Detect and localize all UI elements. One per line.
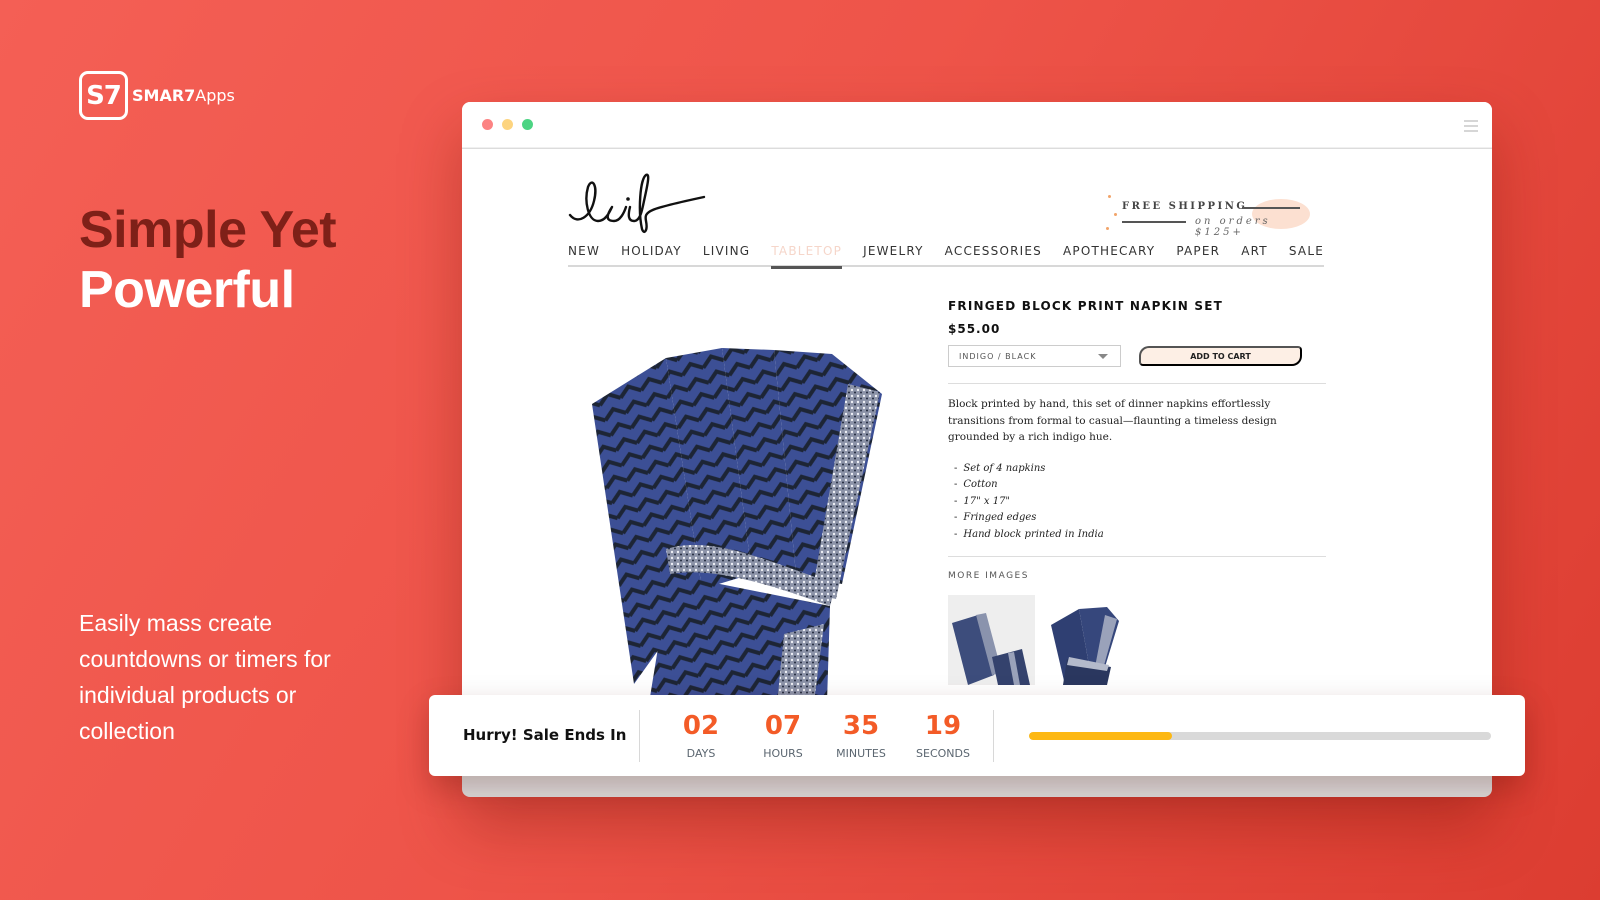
nav-item-new[interactable]: NEW bbox=[568, 242, 600, 267]
countdown-minutes-value: 35 bbox=[842, 711, 880, 741]
sale-progress-fill bbox=[1029, 732, 1173, 740]
sparkle-icon bbox=[1106, 227, 1109, 230]
nav-item-jewelry[interactable]: JEWELRY bbox=[863, 242, 924, 267]
countdown-minutes: 35 MINUTES bbox=[821, 711, 901, 760]
nav-item-sale[interactable]: SALE bbox=[1289, 242, 1324, 267]
purchase-controls: INDIGO / BLACK ADD TO CART bbox=[948, 345, 1326, 367]
divider bbox=[948, 556, 1326, 557]
add-to-cart-button[interactable]: ADD TO CART bbox=[1139, 346, 1302, 366]
countdown-seconds-value: 19 bbox=[924, 711, 962, 741]
countdown-hours-label: HOURS bbox=[763, 747, 803, 760]
countdown-minutes-label: MINUTES bbox=[836, 747, 886, 760]
decorative-line bbox=[1242, 207, 1300, 209]
chevron-down-icon bbox=[1098, 354, 1108, 359]
countdown-timer-bar: Hurry! Sale Ends In 02 DAYS 07 HOURS 35 … bbox=[429, 695, 1525, 776]
thumbnail-gallery bbox=[948, 595, 1326, 685]
shipping-threshold-text: on orders $125+ bbox=[1195, 216, 1271, 238]
nav-item-paper[interactable]: PAPER bbox=[1176, 242, 1220, 267]
browser-titlebar bbox=[462, 102, 1492, 148]
variant-select[interactable]: INDIGO / BLACK bbox=[948, 345, 1121, 367]
store-nav: NEW HOLIDAY LIVING TABLETOP JEWELRY ACCE… bbox=[568, 242, 1324, 269]
variant-select-value: INDIGO / BLACK bbox=[959, 351, 1037, 361]
feature-text: Set of 4 napkins bbox=[963, 462, 1046, 474]
feature-description: Easily mass create countdowns or timers … bbox=[79, 610, 331, 744]
feature-text: Hand block printed in India bbox=[963, 528, 1104, 540]
countdown-hours: 07 HOURS bbox=[743, 711, 823, 760]
product-title: FRINGED BLOCK PRINT NAPKIN SET bbox=[948, 299, 1224, 313]
nav-item-living[interactable]: LIVING bbox=[703, 242, 750, 267]
nav-item-art[interactable]: ART bbox=[1241, 242, 1268, 267]
divider bbox=[948, 383, 1326, 384]
close-window-icon[interactable] bbox=[482, 119, 493, 130]
product-features: - Set of 4 napkins - Cotton -17" x 17" - Fr… bbox=[954, 461, 1326, 544]
brand-name: SMAR7Apps bbox=[132, 86, 235, 105]
brand-name-bold: SMAR7 bbox=[132, 86, 196, 105]
headline-line-2: Powerful bbox=[79, 261, 295, 319]
more-images-label: MORE IMAGES bbox=[948, 571, 1029, 581]
feature-item: - Cotton bbox=[954, 479, 998, 490]
menu-icon[interactable] bbox=[1464, 120, 1478, 135]
headline-line-1: Simple Yet bbox=[79, 201, 337, 259]
countdown-seconds-label: SECONDS bbox=[916, 747, 970, 760]
nav-item-apothecary[interactable]: APOTHECARY bbox=[1063, 242, 1155, 267]
decorative-line bbox=[1122, 221, 1186, 223]
feature-text: Cotton bbox=[963, 479, 998, 490]
sparkle-icon bbox=[1108, 195, 1111, 198]
countdown-days-label: DAYS bbox=[686, 747, 716, 760]
countdown-hours-value: 07 bbox=[764, 711, 802, 741]
sale-progress-bar bbox=[1029, 732, 1491, 740]
countdown-label: Hurry! Sale Ends In bbox=[463, 726, 627, 744]
minimize-window-icon[interactable] bbox=[502, 119, 513, 130]
product-price: $55.00 bbox=[948, 322, 1001, 336]
free-shipping-banner: FREE SHIPPING on orders $125+ bbox=[1092, 187, 1322, 238]
store-page: FREE SHIPPING on orders $125+ NEW HOLIDA… bbox=[462, 149, 1492, 729]
store-logo[interactable] bbox=[568, 171, 708, 235]
countdown-days-value: 02 bbox=[682, 711, 720, 741]
divider bbox=[993, 710, 994, 762]
feature-item: - Set of 4 napkins bbox=[954, 462, 1046, 474]
thumbnail-image[interactable] bbox=[1045, 595, 1132, 685]
divider bbox=[639, 710, 640, 762]
countdown-days: 02 DAYS bbox=[661, 711, 741, 760]
product-image[interactable] bbox=[574, 334, 914, 729]
brand-name-rest: Apps bbox=[195, 86, 235, 105]
feature-text: 17" x 17" bbox=[963, 495, 1011, 507]
thumbnail-image[interactable] bbox=[948, 595, 1035, 685]
maximize-window-icon[interactable] bbox=[522, 119, 533, 130]
nav-item-tabletop[interactable]: TABLETOP bbox=[771, 242, 842, 269]
s7-logo-icon: S7 bbox=[79, 71, 128, 120]
feature-item: - Fringed edges bbox=[954, 512, 1037, 523]
headline: Simple Yet Powerful bbox=[79, 200, 337, 320]
feature-text: Fringed edges bbox=[963, 512, 1037, 523]
browser-window: FREE SHIPPING on orders $125+ NEW HOLIDA… bbox=[462, 102, 1492, 797]
sparkle-icon bbox=[1114, 213, 1117, 216]
nav-item-holiday[interactable]: HOLIDAY bbox=[621, 242, 682, 267]
feature-item: -17" x 17" bbox=[954, 495, 1011, 507]
countdown-seconds: 19 SECONDS bbox=[903, 711, 983, 760]
product-description: Block printed by hand, this set of dinne… bbox=[948, 398, 1277, 443]
product-info: FRINGED BLOCK PRINT NAPKIN SET $55.00 IN… bbox=[948, 299, 1326, 685]
brand-logo: S7 SMAR7Apps bbox=[79, 71, 235, 120]
free-shipping-text: FREE SHIPPING bbox=[1122, 201, 1248, 212]
feature-item: - Hand block printed in India bbox=[954, 528, 1104, 540]
nav-item-accessories[interactable]: ACCESSORIES bbox=[945, 242, 1042, 267]
